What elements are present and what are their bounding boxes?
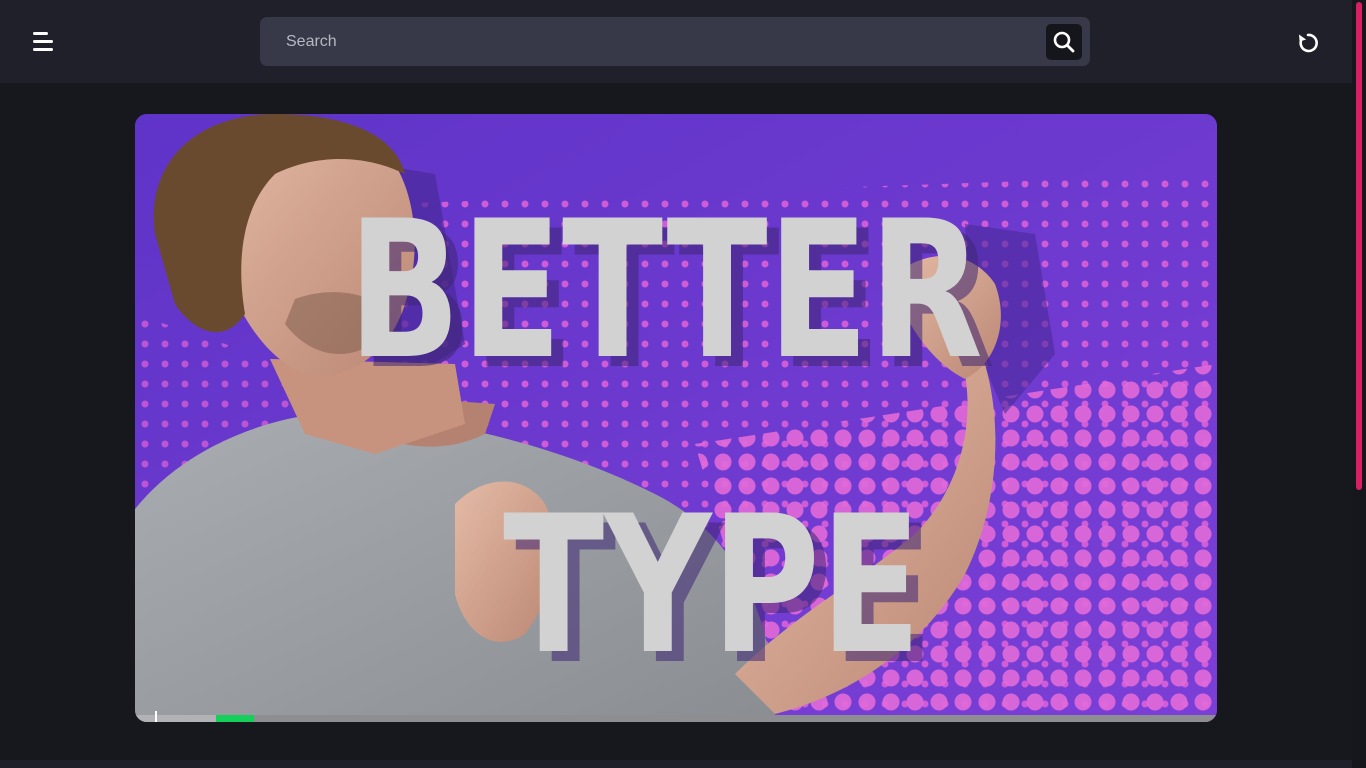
- reload-icon: [1299, 33, 1318, 53]
- video-thumbnail: BETTER BETTER TYPE TYPE: [135, 114, 1217, 722]
- menu-line: [33, 32, 48, 35]
- scrollbar-thumb[interactable]: [1356, 2, 1362, 490]
- menu-line: [33, 48, 53, 51]
- search-icon: [1053, 31, 1075, 53]
- menu-line: [33, 40, 53, 43]
- progress-start-marker: [155, 711, 157, 722]
- search-button[interactable]: [1046, 24, 1082, 60]
- hamburger-menu-button[interactable]: [28, 28, 58, 56]
- thumbnail-line-1-front: BETTER: [348, 181, 983, 402]
- search-input[interactable]: [260, 17, 1040, 66]
- top-bar: [0, 0, 1352, 83]
- page-scrollbar[interactable]: [1352, 0, 1366, 768]
- video-player[interactable]: BETTER BETTER TYPE TYPE: [135, 114, 1217, 722]
- thumbnail-line-2-front: TYPE: [503, 476, 921, 697]
- search-box: [260, 17, 1090, 66]
- progress-buffered: [135, 715, 217, 722]
- reload-button[interactable]: [1292, 27, 1324, 59]
- video-progress-bar[interactable]: [135, 711, 1217, 722]
- bottom-strip: [0, 760, 1352, 768]
- progress-played: [216, 715, 254, 722]
